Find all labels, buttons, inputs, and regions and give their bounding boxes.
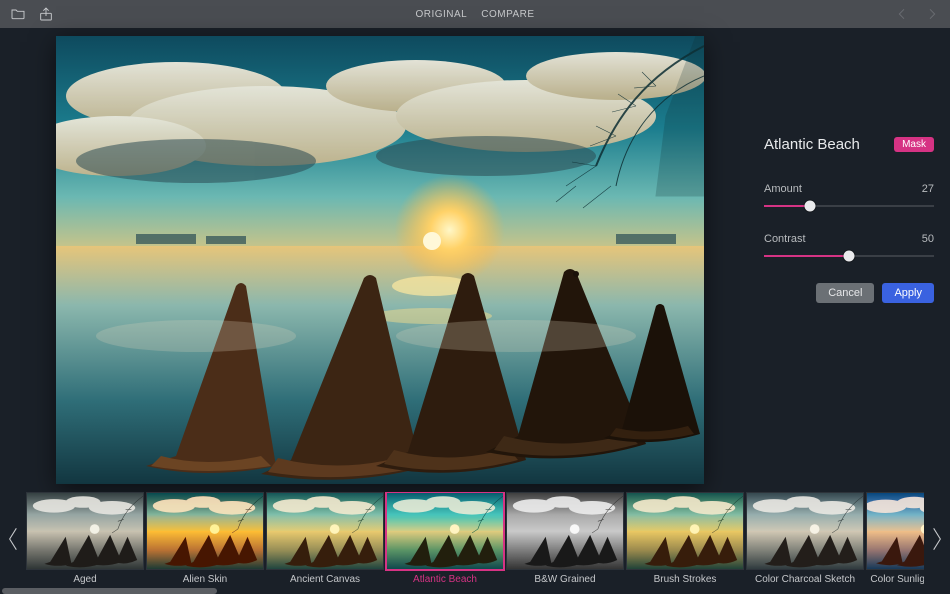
effect-thumb-label: Alien Skin [146, 570, 264, 585]
effect-thumb-image [146, 492, 264, 570]
effect-thumb-image [626, 492, 744, 570]
tab-original[interactable]: ORIGINAL [415, 9, 467, 20]
image-preview[interactable] [56, 36, 704, 484]
effect-thumb-label: Aged [26, 570, 144, 585]
slider-value: 27 [922, 183, 934, 195]
slider-thumb[interactable] [844, 251, 855, 262]
effect-thumb-label: Color Charcoal Sketch [746, 570, 864, 585]
effect-thumb[interactable]: B&W Grained [506, 492, 624, 585]
effect-thumb-label: Brush Strokes [626, 570, 744, 585]
effect-thumb[interactable]: Ancient Canvas [266, 492, 384, 585]
top-toolbar: ORIGINAL COMPARE [0, 0, 950, 28]
cancel-button[interactable]: Cancel [816, 283, 874, 303]
slider-track[interactable] [764, 249, 934, 263]
effect-thumb-image [506, 492, 624, 570]
effect-thumb[interactable]: Brush Strokes [626, 492, 744, 585]
slider-track[interactable] [764, 199, 934, 213]
effect-thumb[interactable]: Aged [26, 492, 144, 585]
tab-compare[interactable]: COMPARE [481, 9, 534, 20]
slider-thumb[interactable] [804, 201, 815, 212]
slider-contrast: Contrast 50 [764, 233, 934, 263]
slider-label: Amount [764, 183, 802, 195]
effect-thumb-label: Atlantic Beach [386, 570, 504, 585]
filmstrip-next-button[interactable] [924, 494, 950, 584]
effect-thumb[interactable]: Atlantic Beach [386, 492, 504, 585]
effect-thumb-image [266, 492, 384, 570]
horizontal-scrollbar[interactable] [2, 588, 217, 594]
effect-thumb-label: Ancient Canvas [266, 570, 384, 585]
effect-thumb-image [386, 492, 504, 570]
effect-thumb-label: Color Sunlight Spots [866, 570, 924, 585]
apply-button[interactable]: Apply [882, 283, 934, 303]
effects-filmstrip: Aged [0, 490, 950, 587]
effect-thumb[interactable]: Color Charcoal Sketch [746, 492, 864, 585]
effect-thumb-label: B&W Grained [506, 570, 624, 585]
slider-amount: Amount 27 [764, 183, 934, 213]
effect-thumb[interactable]: Alien Skin [146, 492, 264, 585]
effect-thumb[interactable]: Color Sunlight Spots [866, 492, 924, 585]
effect-thumb-image [866, 492, 924, 570]
effect-title: Atlantic Beach [764, 136, 860, 153]
effect-thumb-image [26, 492, 144, 570]
effect-panel: Atlantic Beach Mask Amount 27 Contrast 50 C… [730, 28, 950, 490]
mask-button[interactable]: Mask [894, 137, 934, 152]
slider-value: 50 [922, 233, 934, 245]
filmstrip-prev-button[interactable] [0, 494, 26, 584]
effect-thumb-image [746, 492, 864, 570]
slider-label: Contrast [764, 233, 806, 245]
